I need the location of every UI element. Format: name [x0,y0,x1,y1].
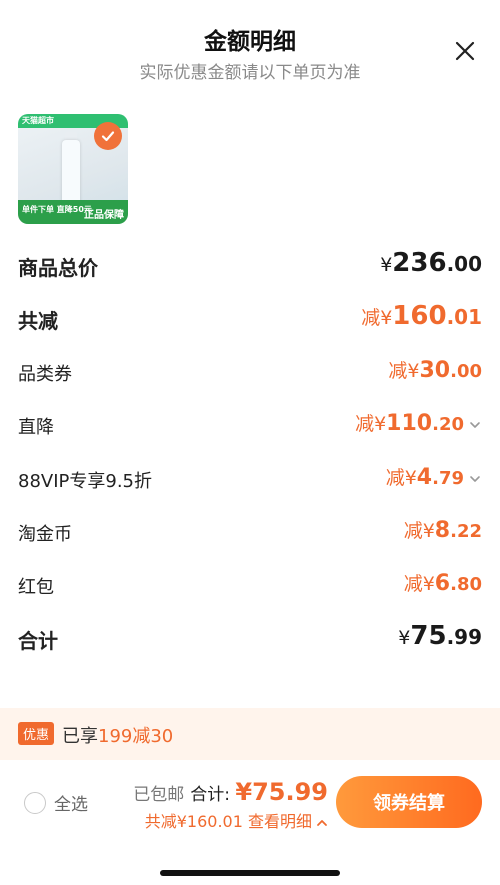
breakdown-label: 88VIP专享9.5折 [18,471,153,492]
breakdown-row[interactable]: 88VIP专享9.5折 减¥4.79 [0,459,500,499]
value-decimal: .00 [450,361,482,382]
value-integer: 110 [386,411,433,436]
checkout-button[interactable]: 领券结算 [336,776,482,828]
value-decimal: .00 [446,252,482,276]
chevron-up-icon [317,819,327,826]
breakdown-value: 减¥6.80 [404,569,482,596]
value-prefix: 减¥ [403,573,435,595]
checkout-bar: 全选 已包邮 合计: ¥75.99 共减¥160.01 查看明细 领券结算 [0,760,500,885]
saved-amount: 共减¥160.01 [144,812,243,831]
promo-badge: 优惠 [18,722,55,745]
value-prefix: 减¥ [388,360,420,382]
breakdown-row: 共减 减¥160.01 [0,297,500,337]
radio-icon[interactable] [24,791,46,814]
page-title: 金额明细 [204,29,296,55]
promo-text: 已享199减30 [62,722,173,748]
value-prefix: 减¥ [361,307,393,329]
value-prefix: 减¥ [403,520,435,542]
value-integer: 75 [410,621,447,651]
home-indicator [160,870,340,876]
value-decimal: .99 [446,625,482,649]
product-image-bottom-text: 单件下单 直降50元 [22,205,92,214]
close-icon[interactable] [450,36,480,66]
breakdown-value: ¥236.00 [380,248,482,278]
breakdown-row: 合计 ¥75.99 [0,617,500,657]
value-prefix: ¥ [398,627,411,649]
breakdown-value: 减¥8.22 [404,516,482,543]
breakdown-label: 合计 [18,629,58,653]
value-integer: 30 [419,358,451,383]
value-decimal: .22 [450,521,482,542]
value-integer: 160 [392,301,447,331]
order-totals: 已包邮 合计: ¥75.99 共减¥160.01 查看明细 [133,778,328,832]
breakdown-row: 商品总价 ¥236.00 [0,244,500,284]
selected-check-icon[interactable] [94,122,122,150]
promo-text-highlight: 199减30 [98,726,174,747]
product-image-bottom-bar: 单件下单 直降50元 正品保障 [18,200,128,224]
breakdown-label: 共减 [18,309,58,333]
product-image-top-text: 天猫超市 [22,116,54,125]
breakdown-label: 淘金币 [18,524,72,545]
breakdown-value: ¥75.99 [398,621,482,651]
value-decimal: .79 [432,468,464,489]
value-prefix: 减¥ [385,467,417,489]
value-decimal: .80 [450,574,482,595]
value-decimal: .20 [432,414,464,435]
value-integer: 236 [392,248,447,278]
select-all-label: 全选 [54,795,88,815]
value-prefix: ¥ [380,254,393,276]
breakdown-label: 商品总价 [18,256,98,280]
value-integer: 6 [434,571,451,596]
chevron-down-icon[interactable] [468,418,482,432]
view-details-link[interactable]: 查看明细 [248,812,328,831]
breakdown-row[interactable]: 直降 减¥110.20 [0,405,500,445]
breakdown-row: 品类券 减¥30.00 [0,352,500,392]
breakdown-value: 减¥4.79 [386,463,482,490]
sum-label: 合计: [190,785,230,805]
page-subtitle: 实际优惠金额请以下单页为准 [139,63,361,83]
promo-text-prefix: 已享 [62,726,98,747]
value-prefix: 减¥ [355,413,387,435]
breakdown-label: 品类券 [18,364,72,385]
promo-banner: 优惠 已享199减30 [0,708,500,760]
product-image[interactable]: 天猫超市 单件下单 直降50元 正品保障 [18,114,128,224]
breakdown-label: 红包 [18,577,54,598]
header: 金额明细 实际优惠金额请以下单页为准 [0,0,500,100]
value-integer: 8 [434,518,451,543]
breakdown-value: 减¥110.20 [355,409,482,436]
select-all-toggle[interactable]: 全选 [24,790,88,815]
chevron-down-icon[interactable] [468,472,482,486]
view-details-label: 查看明细 [247,812,312,831]
breakdown-value: 减¥160.01 [361,301,482,331]
value-decimal: .01 [446,305,482,329]
bottle [62,140,80,206]
sum-value: ¥75.99 [235,778,328,806]
breakdown-row: 淘金币 减¥8.22 [0,512,500,552]
breakdown-row: 红包 减¥6.80 [0,565,500,605]
product-image-guarantee: 正品保障 [84,210,124,221]
value-integer: 4 [416,465,433,490]
breakdown-value: 减¥30.00 [388,356,482,383]
breakdown-label: 直降 [18,417,54,438]
free-shipping-label: 已包邮 [133,785,185,805]
